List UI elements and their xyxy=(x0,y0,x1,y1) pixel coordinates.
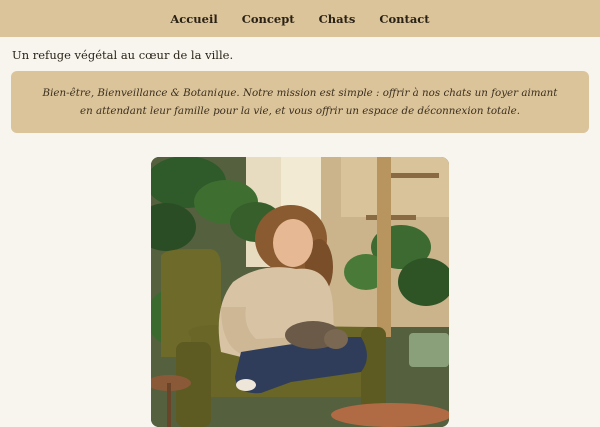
nav-link-contact[interactable]: Contact xyxy=(379,12,429,26)
nav-link-chats[interactable]: Chats xyxy=(319,12,356,26)
hero-photo-woman-with-cat xyxy=(151,157,449,427)
page-tagline: Un refuge végétal au cœur de la ville. xyxy=(12,48,234,62)
nav-link-concept[interactable]: Concept xyxy=(242,12,295,26)
nav-link-accueil[interactable]: Accueil xyxy=(170,12,217,26)
mission-banner: Bien-être, Bienveillance & Botanique. No… xyxy=(11,71,589,133)
top-navbar: Accueil Concept Chats Contact xyxy=(0,0,600,37)
mission-text: Bien-être, Bienveillance & Botanique. No… xyxy=(42,87,558,117)
